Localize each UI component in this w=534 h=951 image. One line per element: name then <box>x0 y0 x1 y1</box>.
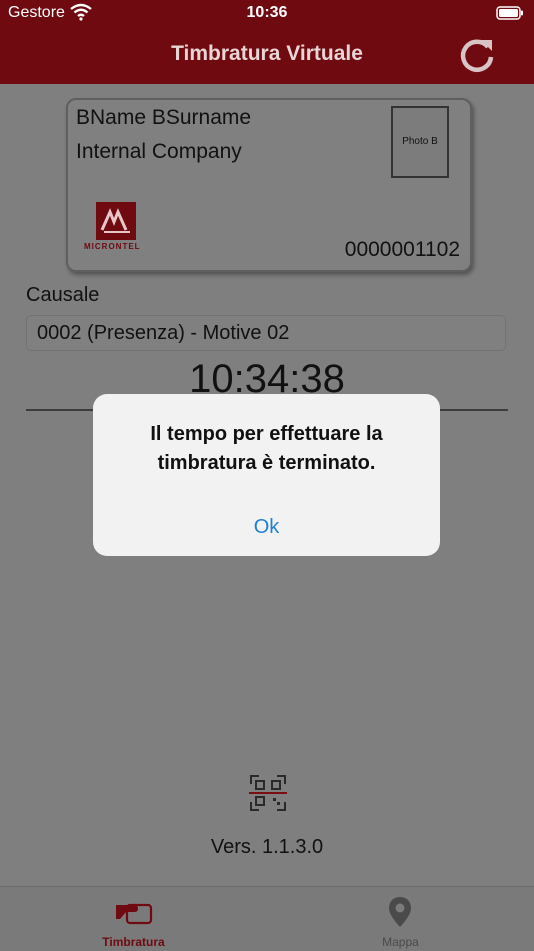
alert-message: Il tempo per effettuare la timbratura è … <box>150 423 383 474</box>
causale-label: Causale <box>26 284 100 306</box>
qr-scan-icon[interactable] <box>249 774 287 812</box>
card-code: 0000001102 <box>344 238 460 261</box>
card-hand-icon <box>116 903 153 925</box>
causale-select[interactable]: 0002 (Presenza) - Motive 02 <box>26 315 506 351</box>
refresh-icon[interactable] <box>456 34 498 76</box>
employee-card: BName BSurname Internal Company Photo B … <box>66 98 472 272</box>
logo-label: MICRONTEL <box>84 242 141 251</box>
tab-timbratura-label: Timbratura <box>102 935 165 949</box>
tab-timbratura[interactable]: Timbratura <box>0 887 267 951</box>
photo-label: Photo B <box>402 136 438 147</box>
version-label: Vers. 1.1.3.0 <box>210 836 324 858</box>
alert-ok-button[interactable]: Ok <box>93 516 440 539</box>
tab-bar: Timbratura Mappa <box>0 886 534 951</box>
card-company: Internal Company <box>76 140 242 163</box>
card-name: BName BSurname <box>76 106 252 129</box>
tab-mappa-label: Mappa <box>382 935 419 949</box>
timeout-alert: Il tempo per effettuare la timbratura è … <box>93 394 440 556</box>
battery-icon <box>496 6 523 20</box>
page-title: Timbratura Virtuale <box>171 42 363 65</box>
nav-bar: Timbratura Virtuale <box>0 28 534 84</box>
status-bar: Gestore 10:36 <box>0 0 534 28</box>
photo-placeholder: Photo B <box>391 106 449 178</box>
status-time: 10:36 <box>246 4 288 21</box>
tab-mappa[interactable]: Mappa <box>267 887 534 951</box>
map-pin-icon <box>389 897 411 927</box>
